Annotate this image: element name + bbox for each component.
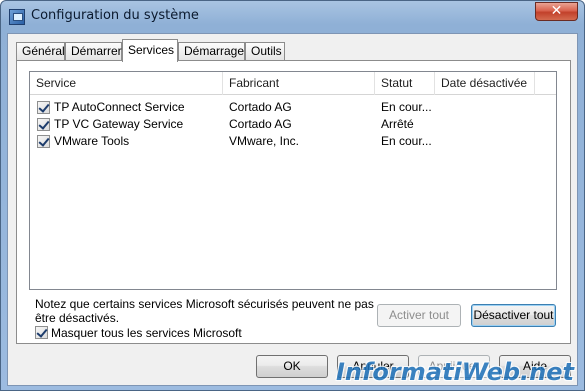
help-button[interactable]: Aide [499, 355, 571, 378]
services-panel: Service Fabricant Statut Date désactivée… [16, 60, 571, 344]
microsoft-services-note: Notez que certains services Microsoft sé… [35, 297, 374, 325]
hide-microsoft-checkbox[interactable] [35, 326, 48, 339]
hide-microsoft-label: Masquer tous les services Microsoft [51, 326, 242, 340]
window-title: Configuration du système [31, 8, 199, 23]
apply-button[interactable]: Appliquer [418, 355, 490, 378]
services-list[interactable]: Service Fabricant Statut Date désactivée… [29, 71, 557, 290]
service-disabled-date [441, 116, 531, 133]
service-vendor: Cortado AG [229, 117, 292, 131]
title-bar[interactable]: Configuration du système ✕ [1, 1, 584, 33]
service-vendor: Cortado AG [229, 100, 292, 114]
activer-tout-button[interactable]: Activer tout [377, 304, 461, 327]
table-row[interactable]: TP AutoConnect Service Cortado AG En cou… [30, 99, 556, 116]
service-checkbox[interactable] [37, 135, 50, 148]
msconfig-icon [9, 9, 25, 25]
dialog-body: Général Démarrer Services Démarrage Outi… [7, 33, 578, 386]
service-disabled-date [441, 133, 531, 150]
table-row[interactable]: TP VC Gateway Service Cortado AG Arrêté [30, 116, 556, 133]
tab-demarrage[interactable]: Démarrage [178, 42, 245, 61]
service-checkbox[interactable] [37, 118, 50, 131]
ok-button[interactable]: OK [256, 355, 328, 378]
tab-general[interactable]: Général [16, 42, 65, 61]
service-vendor: VMware, Inc. [229, 134, 300, 148]
service-status: En cour... [381, 134, 432, 148]
cancel-button[interactable]: Annuler [337, 355, 409, 378]
close-button[interactable]: ✕ [535, 2, 578, 21]
column-service[interactable]: Service [30, 72, 223, 95]
desactiver-tout-button[interactable]: Désactiver tout [471, 304, 556, 327]
service-status: Arrêté [381, 117, 414, 131]
column-statut[interactable]: Statut [375, 72, 435, 95]
column-date-desactivee[interactable]: Date désactivée [435, 72, 535, 95]
tab-services[interactable]: Services [122, 39, 178, 62]
service-disabled-date [441, 99, 531, 116]
service-name: TP VC Gateway Service [54, 117, 184, 131]
table-row[interactable]: VMware Tools VMware, Inc. En cour... [30, 133, 556, 150]
list-header: Service Fabricant Statut Date désactivée [30, 72, 556, 95]
service-status: En cour... [381, 100, 432, 114]
service-name: VMware Tools [54, 134, 130, 148]
system-config-window: Configuration du système ✕ Général Démar… [0, 0, 585, 391]
service-checkbox[interactable] [37, 101, 50, 114]
tab-demarrer[interactable]: Démarrer [65, 42, 122, 61]
column-fabricant[interactable]: Fabricant [223, 72, 375, 95]
tab-outils[interactable]: Outils [245, 42, 285, 61]
service-name: TP AutoConnect Service [54, 100, 185, 114]
